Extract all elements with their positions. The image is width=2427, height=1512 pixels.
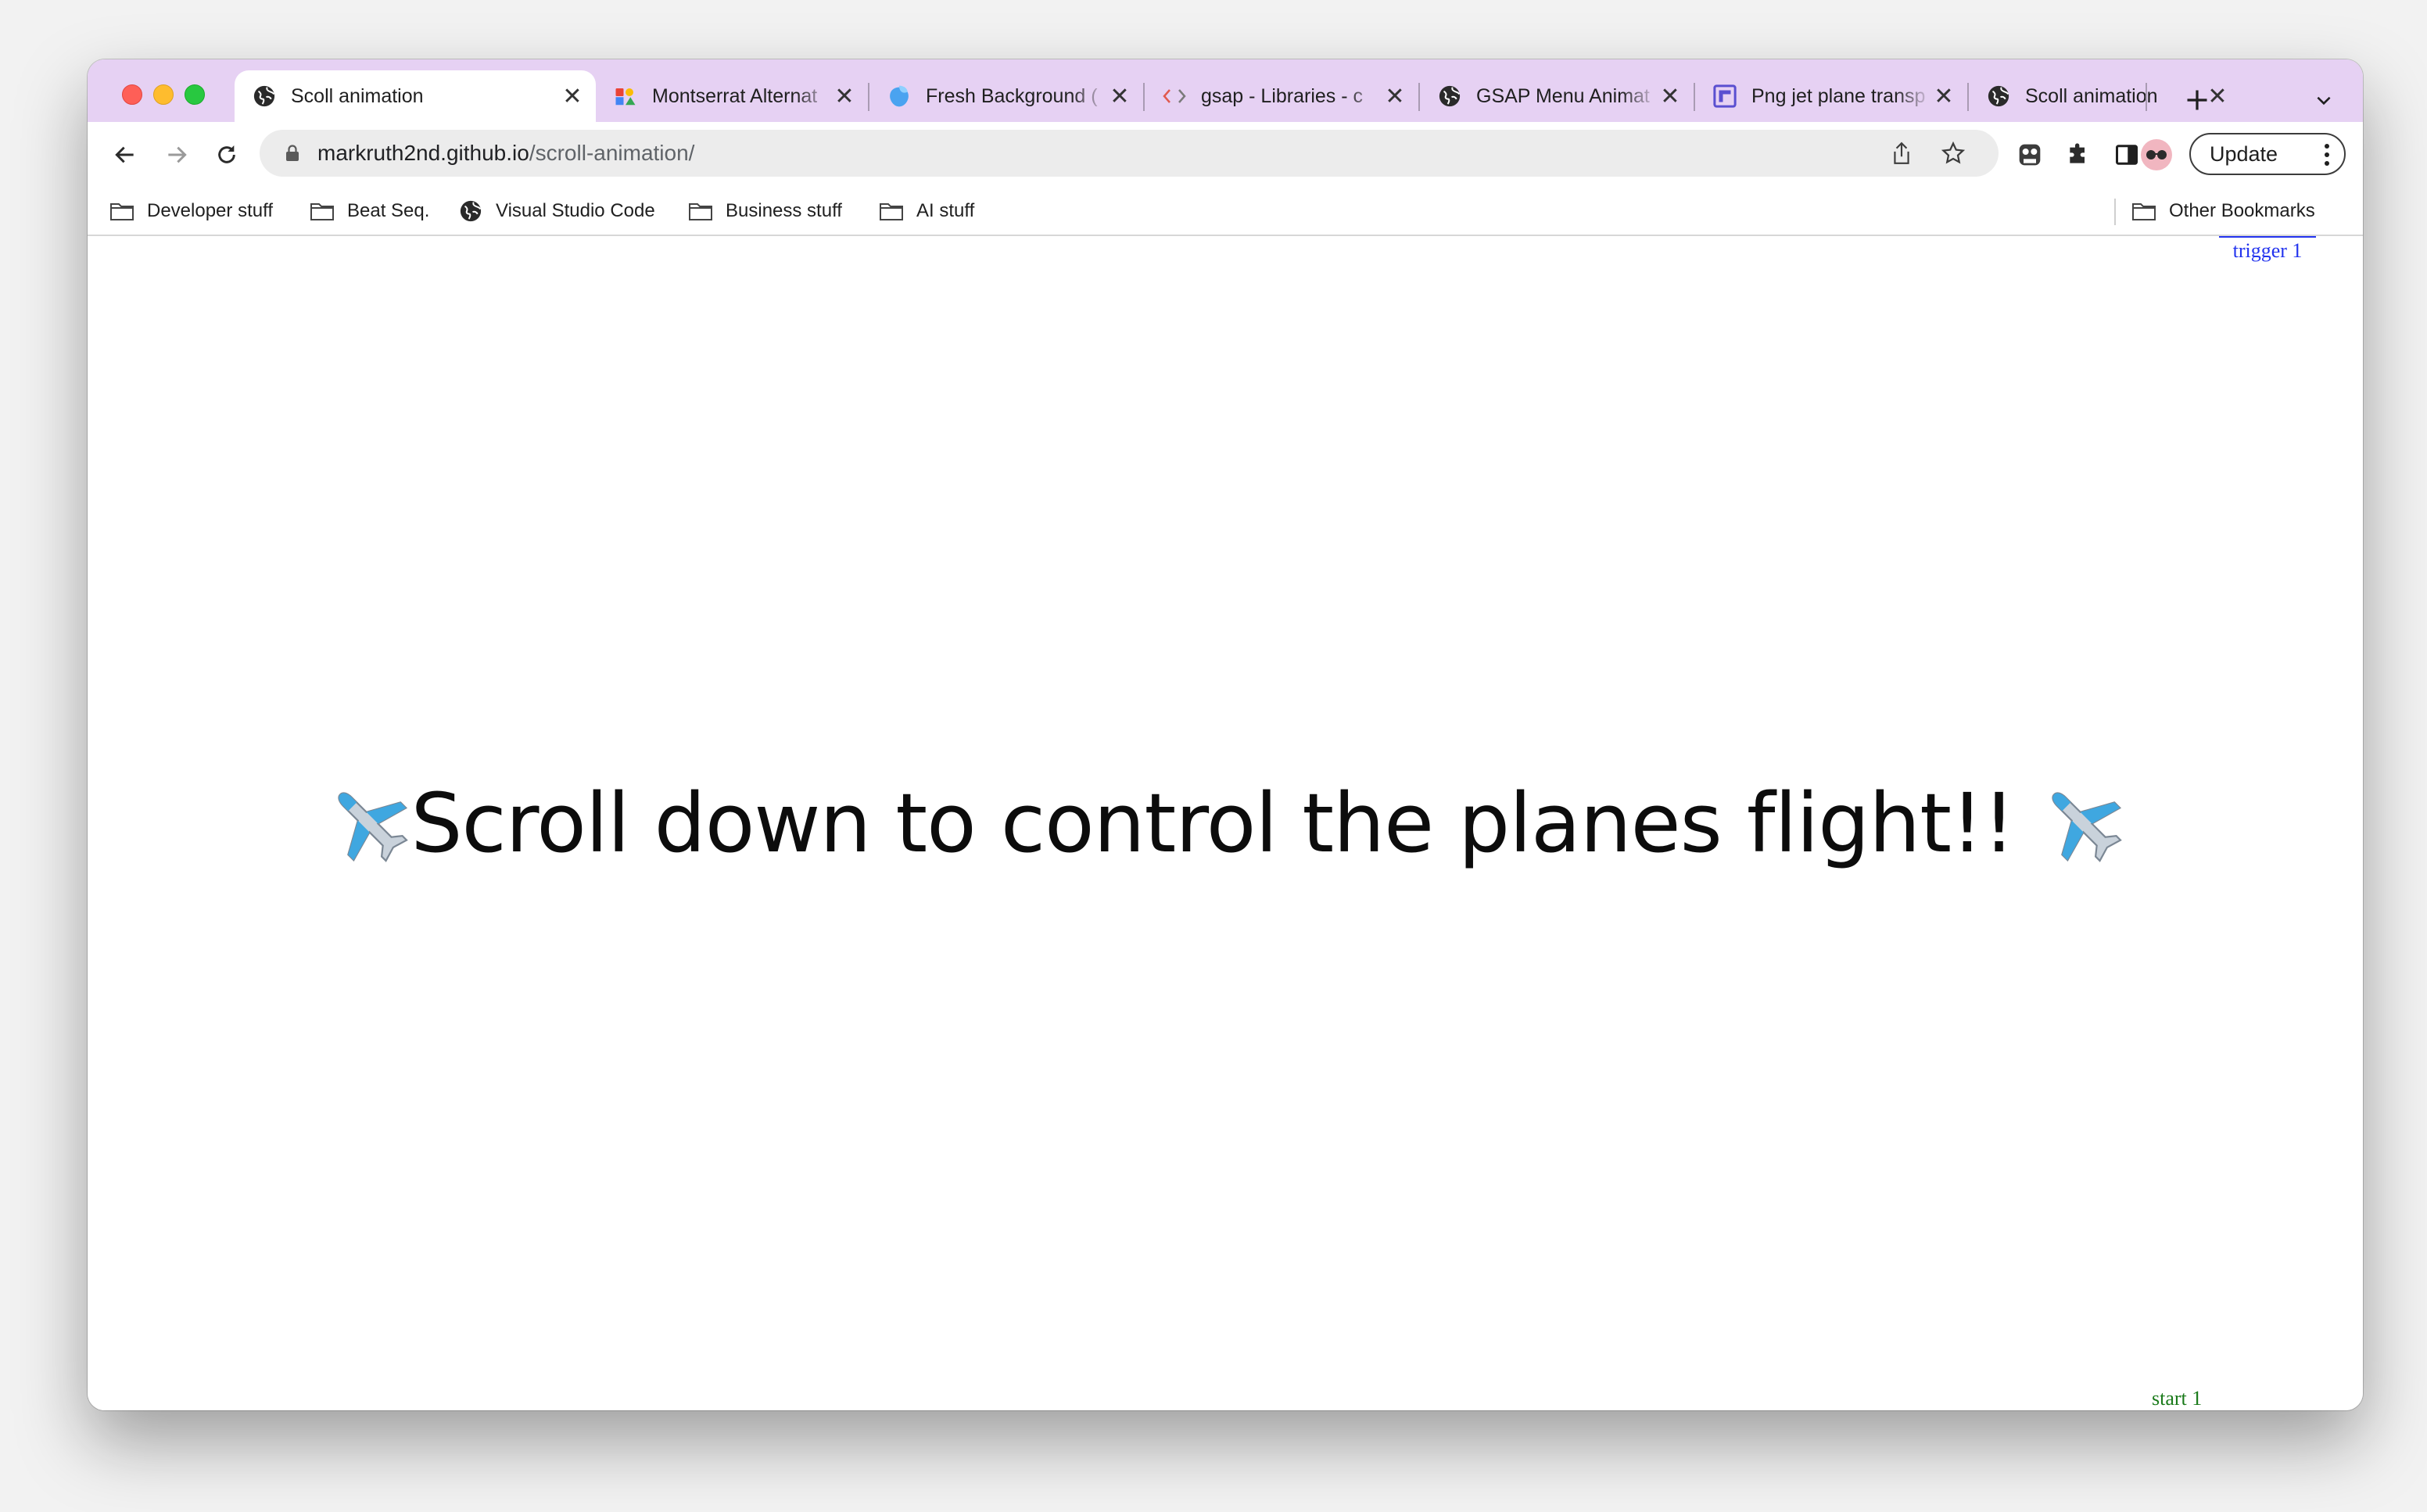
update-label: Update — [2210, 142, 2278, 166]
airplane-icon — [2039, 779, 2125, 865]
address-bar[interactable]: markruth2nd.github.io/scroll-animation/ — [260, 130, 1999, 177]
bookmark-label: Business stuff — [726, 200, 842, 221]
bookmark-label: AI stuff — [916, 200, 975, 221]
bookmark-business-stuff[interactable]: Business stuff — [687, 197, 842, 225]
window-maximize-button[interactable] — [185, 84, 205, 105]
scroll-trigger-marker: trigger 1 — [2219, 236, 2316, 263]
airplane-icon — [325, 779, 411, 865]
browser-toolbar: markruth2nd.github.io/scroll-animation/ … — [88, 122, 2363, 188]
tab-gsap-menu-animation[interactable]: GSAP Menu Animat ✕ — [1420, 70, 1694, 122]
close-tab-icon[interactable]: ✕ — [560, 84, 585, 109]
tab-fresh-background[interactable]: Fresh Background ( ✕ — [869, 70, 1143, 122]
window-close-button[interactable] — [122, 84, 142, 105]
arrow-right-icon — [168, 146, 187, 163]
share-icon[interactable] — [1886, 138, 1917, 169]
tab-title: gsap - Libraries - c — [1201, 84, 1364, 107]
code-icon — [1162, 84, 1187, 109]
bookmark-ai-stuff[interactable]: AI stuff — [877, 197, 974, 225]
close-tab-icon[interactable]: ✕ — [1382, 84, 1407, 109]
close-tab-icon[interactable]: ✕ — [1658, 84, 1683, 109]
folder-icon — [108, 199, 136, 223]
globe-icon — [1437, 84, 1462, 109]
folder-icon — [308, 199, 336, 223]
tab-title: Montserrat Alternat — [652, 84, 818, 107]
page-headline: Scroll down to control the planes flight… — [88, 776, 2363, 871]
folder-icon — [877, 199, 905, 223]
reload-icon — [218, 145, 235, 163]
browser-window: Scoll animation ✕ Montserrat Alternat ✕ … — [88, 59, 2363, 1410]
tab-separator — [2146, 83, 2147, 111]
globe-icon — [252, 84, 277, 109]
forward-button[interactable] — [153, 131, 200, 178]
url-path: /scroll-animation/ — [529, 141, 695, 165]
tab-scoll-animation[interactable]: Scoll animation ✕ — [235, 70, 596, 122]
profile-avatar[interactable] — [2141, 139, 2172, 170]
page-content[interactable]: trigger 1 Scroll down to control the pla… — [88, 236, 2363, 1410]
folder-icon — [2130, 199, 2158, 223]
bookmark-label: Visual Studio Code — [496, 200, 655, 221]
bookmark-label: Developer stuff — [147, 200, 273, 221]
google-fonts-icon — [613, 84, 638, 109]
lock-icon[interactable] — [277, 145, 308, 162]
plus-icon — [2187, 90, 2207, 110]
site-icon — [1712, 84, 1737, 109]
blob-icon — [887, 84, 912, 109]
close-tab-icon[interactable]: ✕ — [1107, 84, 1132, 109]
globe-icon — [1986, 84, 2011, 109]
reload-button[interactable] — [203, 131, 250, 178]
new-tab-button[interactable] — [2175, 78, 2219, 122]
bookmark-visual-studio-code[interactable]: Visual Studio Code — [457, 197, 655, 225]
more-vert-icon[interactable] — [2324, 142, 2330, 173]
tab-gsap-libraries[interactable]: gsap - Libraries - c ✕ — [1145, 70, 1418, 122]
tab-strip: Scoll animation ✕ Montserrat Alternat ✕ … — [88, 59, 2363, 122]
back-button[interactable] — [102, 131, 149, 178]
tab-title: Scoll animation — [291, 84, 424, 107]
arrow-left-icon — [115, 146, 134, 163]
tab-search-button[interactable] — [2307, 83, 2341, 117]
headline-text: Scroll down to control the planes flight… — [410, 776, 2016, 871]
tab-title: Png jet plane transp — [1751, 84, 1926, 107]
bookmarks-divider — [2114, 199, 2116, 225]
globe-icon — [457, 199, 485, 223]
tab-title: GSAP Menu Animat — [1476, 84, 1650, 107]
bookmarks-bar: Developer stuff Beat Seq. Visual Studio … — [88, 188, 2363, 236]
star-icon[interactable] — [1938, 138, 1969, 169]
bookmark-label: Other Bookmarks — [2169, 200, 2315, 221]
tab-title: Fresh Background ( — [926, 84, 1098, 107]
update-button[interactable]: Update — [2189, 133, 2346, 175]
close-tab-icon[interactable]: ✕ — [832, 84, 857, 109]
url-host: markruth2nd.github.io — [317, 141, 529, 165]
close-tab-icon[interactable]: ✕ — [1931, 84, 1956, 109]
bookmark-label: Beat Seq. — [347, 200, 430, 221]
folder-icon — [687, 199, 715, 223]
tab-png-jet-plane[interactable]: Png jet plane transp ✕ — [1695, 70, 1967, 122]
extension-tampermonkey-icon[interactable] — [2009, 133, 2050, 177]
scroll-start-marker: start 1 — [2152, 1387, 2203, 1410]
tab-montserrat-alternates[interactable]: Montserrat Alternat ✕ — [596, 70, 868, 122]
address-url: markruth2nd.github.io/scroll-animation/ — [317, 141, 694, 166]
window-minimize-button[interactable] — [153, 84, 174, 105]
bookmark-other-bookmarks[interactable]: Other Bookmarks — [2130, 197, 2315, 225]
extensions-puzzle-icon[interactable] — [2058, 133, 2099, 177]
bookmark-beat-seq[interactable]: Beat Seq. — [308, 197, 429, 225]
chevron-down-icon — [2317, 96, 2331, 106]
bookmark-developer-stuff[interactable]: Developer stuff — [108, 197, 273, 225]
